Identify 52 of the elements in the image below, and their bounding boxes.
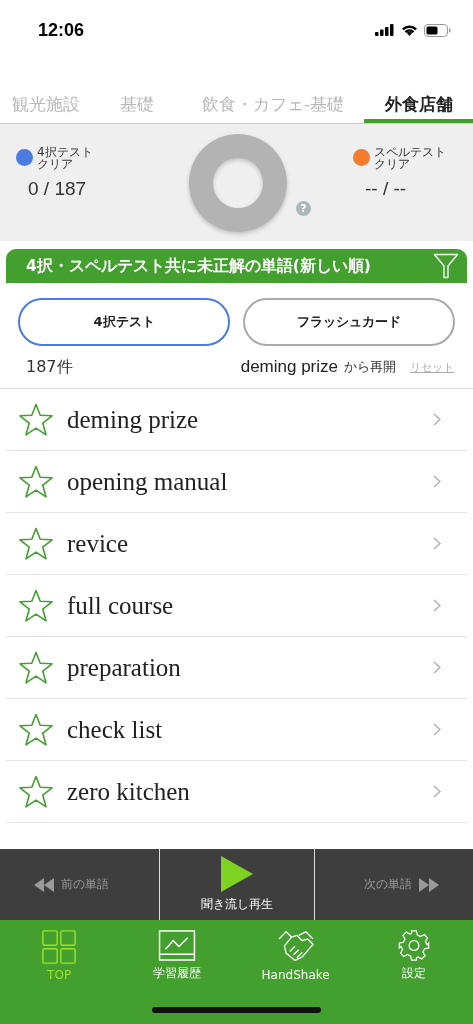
next-label: 次の単語 xyxy=(364,876,412,893)
star-icon[interactable] xyxy=(18,402,54,437)
play-icon xyxy=(220,856,253,892)
chevron-icon xyxy=(433,413,441,426)
chevron-icon xyxy=(433,723,441,736)
play-label: 聞き流し再生 xyxy=(200,896,273,913)
next-word-button[interactable]: 次の単語 xyxy=(314,849,473,920)
chevron-icon xyxy=(433,599,441,612)
battery-icon xyxy=(424,23,451,37)
word-text: preparation xyxy=(67,653,182,682)
fast-forward-icon xyxy=(417,877,439,892)
resume-word: deming prize xyxy=(240,357,338,377)
previous-word-button[interactable]: 前の単語 xyxy=(0,849,159,920)
chevron-icon xyxy=(433,661,441,674)
word-row[interactable]: revice xyxy=(6,513,467,575)
star-icon[interactable] xyxy=(18,712,54,747)
word-row[interactable]: preparation xyxy=(6,637,467,699)
stat-label: 4択テストクリア xyxy=(37,145,94,170)
prev-label: 前の単語 xyxy=(61,876,109,893)
chevron-icon xyxy=(433,537,441,550)
stat-value: -- / -- xyxy=(364,177,407,200)
rewind-icon xyxy=(34,877,56,892)
status-time: 12:06 xyxy=(38,19,86,41)
word-text: opening manual xyxy=(67,467,229,496)
signal-icon xyxy=(375,24,395,36)
resume-label: から再開 xyxy=(344,358,396,376)
chevron-icon xyxy=(433,785,441,798)
word-text: revice xyxy=(67,529,130,558)
word-row[interactable]: full course xyxy=(6,575,467,637)
chevron-icon xyxy=(433,475,441,488)
word-text: full course xyxy=(67,591,175,620)
wifi-icon xyxy=(401,24,418,36)
grid-icon xyxy=(40,930,79,964)
stat-label: スペルテストクリア xyxy=(374,145,447,170)
chart-icon xyxy=(158,930,197,961)
word-text: zero kitchen xyxy=(67,777,191,806)
word-text: deming prize xyxy=(67,405,200,434)
word-row[interactable]: check list xyxy=(6,699,467,761)
star-icon[interactable] xyxy=(18,588,54,623)
word-row[interactable]: opening manual xyxy=(6,451,467,513)
word-count: 187件 xyxy=(26,356,74,378)
star-icon[interactable] xyxy=(18,464,54,499)
filter-icon[interactable] xyxy=(433,253,459,279)
mode-button[interactable]: 4択テスト xyxy=(18,298,230,346)
word-row[interactable]: deming prize xyxy=(6,389,467,451)
word-text: check list xyxy=(67,715,164,744)
filter-title: 4択・スペルテスト共に未正解の単語(新しい順) xyxy=(26,255,372,277)
star-icon[interactable] xyxy=(18,650,54,685)
stat-value: 0 / 187 xyxy=(27,177,87,200)
star-icon[interactable] xyxy=(18,774,54,809)
star-icon[interactable] xyxy=(18,526,54,561)
mode-button[interactable]: フラッシュカード xyxy=(243,298,455,346)
